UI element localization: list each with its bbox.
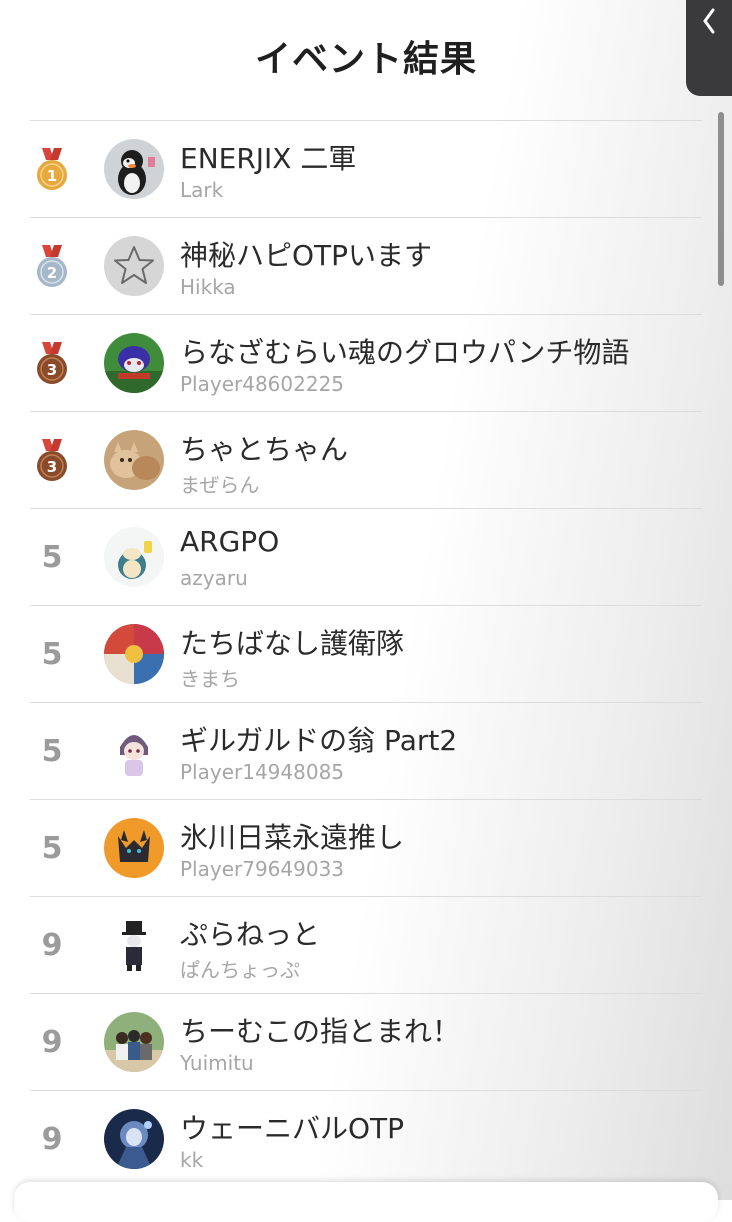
silver-medal-icon: 2 <box>37 245 67 287</box>
medal-rank-number: 1 <box>47 167 57 185</box>
team-name: 神秘ハピOTPいます <box>180 239 433 272</box>
rank-medal-bronze: 3 <box>30 315 74 411</box>
pixel-character-avatar <box>104 333 164 393</box>
team-name: ぷらねっと <box>180 918 321 951</box>
zorua-avatar <box>104 818 164 878</box>
team-name: ギルガルドの翁 Part2 <box>180 724 458 757</box>
username: Player14948085 <box>180 760 345 784</box>
scrollbar[interactable] <box>718 112 724 286</box>
rank-number: 5 <box>30 800 74 896</box>
star-placeholder-avatar <box>104 236 164 296</box>
result-row[interactable]: 3 らなざむらい魂のグロウパンチ物語 Player48602225 <box>30 314 702 411</box>
username: Player79649033 <box>180 857 345 881</box>
close-button[interactable] <box>686 0 732 96</box>
rank-text: 9 <box>41 1121 63 1157</box>
username: azyaru <box>180 566 248 590</box>
rank-text: 5 <box>41 733 63 769</box>
rank-text: 5 <box>41 830 63 866</box>
snorlax-avatar <box>104 527 164 587</box>
medal-rank-number: 2 <box>47 264 57 282</box>
rank-medal-silver: 2 <box>30 218 74 314</box>
chevron-left-icon <box>703 8 715 34</box>
result-row[interactable]: 9 ぷらねっと ぱんちょっぷ <box>30 896 702 993</box>
result-row[interactable]: 5 氷川日菜永遠推し Player79649033 <box>30 799 702 896</box>
team-name: ENERJIX 二軍 <box>180 142 357 175</box>
result-row[interactable]: 5 ARGPO azyaru <box>30 508 702 605</box>
result-row[interactable]: 5 たちばなし護衛隊 きまち <box>30 605 702 702</box>
medal-rank-number: 3 <box>47 458 57 476</box>
result-row[interactable]: 5 ギルガルドの翁 Part2 Player14948085 <box>30 702 702 799</box>
result-row[interactable]: 9 ちーむこの指とまれ！ Yuimitu <box>30 993 702 1090</box>
team-name: ARGPO <box>180 525 280 558</box>
result-row[interactable]: 3 ちゃとちゃん まぜらん <box>30 411 702 508</box>
rank-number: 5 <box>30 509 74 605</box>
username: Player48602225 <box>180 372 345 396</box>
medal-rank-number: 3 <box>47 361 57 379</box>
rank-text: 9 <box>41 927 63 963</box>
result-row[interactable]: 1 ENERJIX 二軍 Lark <box>30 120 702 217</box>
username: きまち <box>180 667 240 691</box>
rank-medal-bronze: 3 <box>30 412 74 508</box>
username: Lark <box>180 178 224 202</box>
username: kk <box>180 1148 204 1172</box>
penguin-avatar <box>104 139 164 199</box>
rank-number: 9 <box>30 1091 74 1187</box>
team-name: ちゃとちゃん <box>180 433 349 466</box>
result-row[interactable]: 9 ウェーニバルOTP kk <box>30 1090 702 1187</box>
collage-avatar <box>104 624 164 684</box>
bronze-medal-icon: 3 <box>37 439 67 481</box>
username: Yuimitu <box>180 1051 254 1075</box>
bronze-medal-icon: 3 <box>37 342 67 384</box>
knight-avatar <box>104 1109 164 1169</box>
page-title: イベント結果 <box>254 39 477 80</box>
bottom-panel <box>14 1182 718 1222</box>
username: まぜらん <box>180 473 260 497</box>
gold-medal-icon: 1 <box>37 148 67 190</box>
team-name: らなざむらい魂のグロウパンチ物語 <box>180 336 630 369</box>
results-list: 1 ENERJIX 二軍 Lark 2 神秘ハピOTPいます Hikka 3 ら… <box>30 120 702 1187</box>
team-name: ウェーニバルOTP <box>180 1112 405 1145</box>
group-avatar <box>104 1012 164 1072</box>
rank-number: 9 <box>30 994 74 1090</box>
team-name: たちばなし護衛隊 <box>180 627 405 660</box>
rank-text: 9 <box>41 1024 63 1060</box>
chibi-avatar <box>104 721 164 781</box>
team-name: 氷川日菜永遠推し <box>180 821 405 854</box>
cat-avatar <box>104 430 164 490</box>
username: Hikka <box>180 275 236 299</box>
top-hat-avatar <box>104 915 164 975</box>
team-name: ちーむこの指とまれ！ <box>180 1015 461 1048</box>
rank-number: 5 <box>30 703 74 799</box>
rank-number: 5 <box>30 606 74 702</box>
result-row[interactable]: 2 神秘ハピOTPいます Hikka <box>30 217 702 314</box>
rank-medal-gold: 1 <box>30 121 74 217</box>
rank-text: 5 <box>41 636 63 672</box>
rank-number: 9 <box>30 897 74 993</box>
username: ぱんちょっぷ <box>180 958 300 982</box>
rank-text: 5 <box>41 539 63 575</box>
